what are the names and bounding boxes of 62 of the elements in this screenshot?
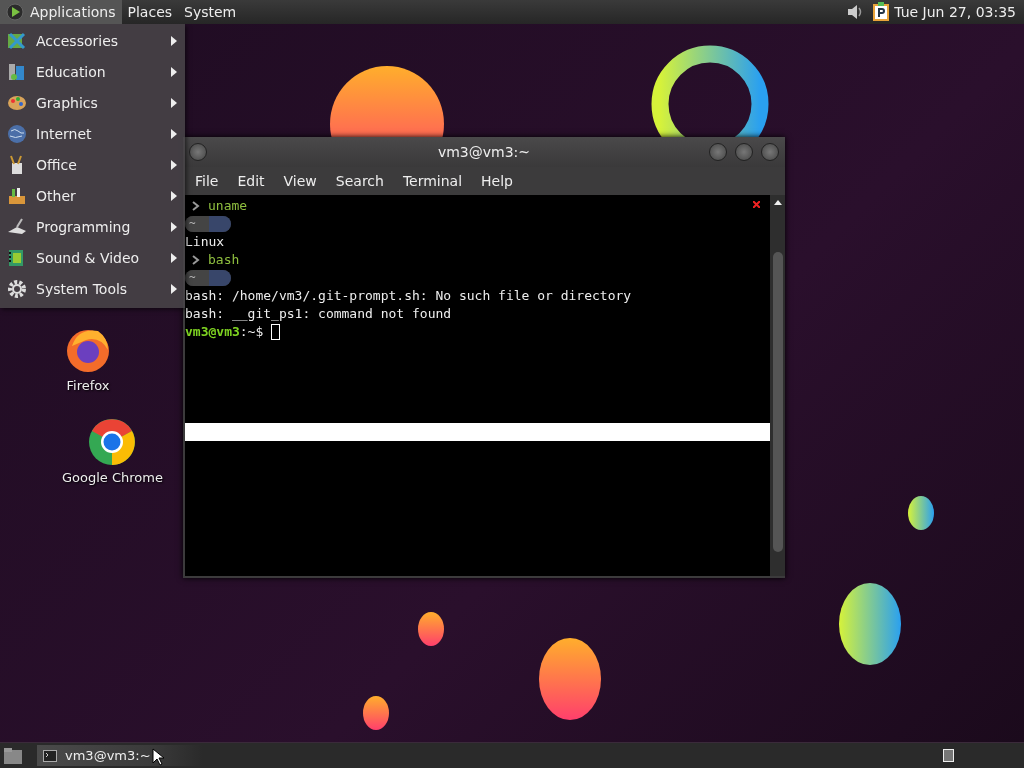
scrollbar[interactable]	[770, 195, 785, 576]
panel-menu[interactable]: System	[178, 0, 243, 24]
window-menu-button[interactable]	[189, 143, 207, 161]
menu-item[interactable]: Office	[0, 149, 185, 180]
text-cursor	[271, 324, 281, 340]
workspace-switcher[interactable]	[943, 749, 954, 762]
submenu-arrow-icon	[171, 221, 177, 232]
menu-item[interactable]: Programming	[0, 211, 185, 242]
menu-bar-item[interactable]: Search	[327, 173, 392, 189]
submenu-arrow-icon	[171, 66, 177, 77]
minimize-button[interactable]	[709, 143, 727, 161]
command-text: bash	[208, 251, 240, 269]
tools-icon	[6, 30, 28, 51]
menu-item[interactable]: Other	[0, 180, 185, 211]
menu-bar-item[interactable]: Terminal	[394, 173, 471, 189]
submenu-arrow-icon	[171, 159, 177, 170]
output-line: bash: __git_ps1: command not found	[185, 305, 452, 323]
submenu-arrow-icon	[171, 283, 177, 294]
menu-bar-item[interactable]: Edit	[229, 173, 273, 189]
panel-menu[interactable]: Places	[121, 0, 179, 24]
output-line: Linux	[185, 233, 225, 251]
submenu-arrow-icon	[171, 128, 177, 139]
submenu-arrow-icon	[171, 35, 177, 46]
prompt-path: :~$	[239, 323, 264, 341]
menu-bar-item[interactable]: View	[275, 173, 325, 189]
close-button[interactable]	[761, 143, 779, 161]
command-text: uname	[208, 197, 248, 215]
trowel-icon	[6, 216, 28, 237]
submenu-arrow-icon	[171, 252, 177, 263]
chevron-icon	[192, 255, 200, 265]
gear-icon	[6, 278, 28, 299]
output-line: bash: /home/vm3/.git-prompt.sh: No such file or directory	[185, 287, 632, 305]
menu-item[interactable]: Accessories	[0, 25, 185, 56]
menu-item[interactable]: System Tools	[0, 273, 185, 304]
terminal-icon	[43, 749, 57, 762]
box-icon	[6, 185, 28, 206]
menu-item[interactable]: Internet	[0, 118, 185, 149]
desktop-icon[interactable]	[3, 746, 23, 765]
menu-item[interactable]: Sound & Video	[0, 242, 185, 273]
menu-item[interactable]: Education	[0, 56, 185, 87]
scroll-up-arrow-icon[interactable]	[772, 199, 783, 207]
chevron-icon	[192, 201, 200, 211]
close-icon[interactable]	[753, 201, 760, 208]
window-title: vm3@vm3:~	[437, 144, 531, 160]
menu-bar-item[interactable]: File	[187, 173, 227, 189]
panel-menu[interactable]: Applications	[0, 0, 122, 24]
desktop-icon-label[interactable]: Firefox	[66, 378, 110, 393]
mouse-pointer-icon	[152, 748, 164, 766]
prompt-segment: ~	[185, 216, 231, 232]
desktop-icon-label[interactable]: Google Chrome	[62, 470, 163, 485]
globe-icon	[6, 123, 28, 144]
clipboard-icon[interactable]	[872, 2, 891, 22]
submenu-arrow-icon	[171, 190, 177, 201]
maximize-button[interactable]	[735, 143, 753, 161]
chrome-icon	[88, 418, 137, 466]
clock[interactable]: Tue Jun 27, 03:35	[890, 4, 1024, 20]
prompt-segment: ~	[185, 270, 231, 286]
prompt-user: vm3@vm3	[185, 323, 240, 341]
submenu-arrow-icon	[171, 97, 177, 108]
menu-item[interactable]: Graphics	[0, 87, 185, 118]
menu-bar-item[interactable]: Help	[473, 173, 521, 189]
logo-icon	[6, 3, 24, 21]
